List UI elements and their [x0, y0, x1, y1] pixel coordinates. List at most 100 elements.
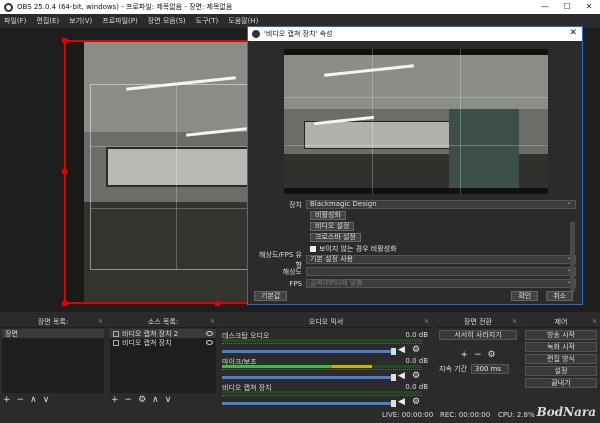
move-down-icon[interactable]: ∨ [165, 395, 172, 405]
deactivate-when-hidden-checkbox[interactable]: 보이지 않는 경우 비활성화 [310, 244, 576, 254]
mixer-title: 오디오 믹서 [308, 318, 344, 326]
dock-close-icon[interactable]: ✕ [512, 316, 517, 328]
volume-slider[interactable] [222, 348, 396, 355]
dialog-preview [284, 49, 548, 194]
volume-meter [222, 365, 422, 368]
fps-label: FPS [289, 279, 302, 288]
duration-input[interactable]: 300 ms [471, 364, 509, 374]
gear-icon[interactable]: ⚙ [488, 350, 496, 360]
sources-dock: 소스 목록: ✕ 비디오 캡쳐 장치 2 비디오 캡쳐 장치 + − ⚙ ∧ ∨ [108, 316, 218, 423]
resize-handle[interactable] [62, 301, 67, 306]
slider-knob[interactable] [391, 400, 396, 407]
gear-icon[interactable]: ⚙ [412, 397, 420, 407]
checkbox-icon[interactable] [310, 246, 316, 252]
start-recording-button[interactable]: 녹화 시작 [525, 342, 597, 352]
remove-icon[interactable]: − [474, 350, 482, 360]
gear-icon[interactable]: ⚙ [412, 345, 420, 355]
resize-handle[interactable] [215, 301, 220, 306]
meter-ticks [222, 395, 422, 398]
menu-edit[interactable]: 편집(E) [36, 16, 59, 26]
add-icon[interactable]: + [3, 395, 11, 405]
menu-view[interactable]: 보기(V) [69, 16, 92, 26]
scenes-title: 장면 목록: [37, 318, 69, 326]
transition-type-select[interactable]: 서서히 사라지기 [439, 330, 517, 340]
fps-select[interactable]: 출력(FPS)에 맞춤 [306, 278, 576, 288]
move-up-icon[interactable]: ∧ [152, 395, 159, 405]
menu-help[interactable]: 도움말(H) [228, 16, 258, 26]
menu-tools[interactable]: 도구(T) [196, 16, 219, 26]
speaker-icon[interactable]: ◀ [398, 345, 405, 355]
status-bar: LIVE: 00:00:00 REC: 00:00:00 CPU: 2.8% [0, 410, 600, 423]
dock-close-icon[interactable]: ✕ [424, 316, 429, 328]
studio-mode-button[interactable]: 편집 방식 [525, 354, 597, 364]
scenes-list: 장면 [2, 329, 104, 393]
remove-icon[interactable]: − [17, 395, 25, 405]
deactivate-button[interactable]: 비활성화 [310, 211, 346, 220]
add-icon[interactable]: + [111, 395, 119, 405]
settings-button[interactable]: 설정 [525, 366, 597, 376]
volume-slider[interactable] [222, 374, 396, 381]
window-titlebar: OBS 25.0.4 (64-bit, windows) - 프로파일: 제목없… [0, 0, 600, 14]
defaults-button[interactable]: 기본값 [254, 291, 288, 301]
dock-close-icon[interactable]: ✕ [210, 316, 215, 328]
move-down-icon[interactable]: ∨ [43, 395, 50, 405]
list-item[interactable]: 장면 [2, 329, 104, 338]
cancel-button[interactable]: 취소 [546, 291, 574, 301]
eye-icon[interactable] [206, 331, 213, 336]
list-item[interactable]: 비디오 캡쳐 장치 [110, 338, 216, 347]
menu-scene-collection[interactable]: 장면 모음(S) [148, 16, 186, 26]
volume-slider[interactable] [222, 400, 396, 407]
dialog-titlebar: '비디오 캡쳐 장치' 속성 ✕ [248, 27, 582, 41]
mixer-channel: 비디오 캡쳐 장치 0.0 dB ◀ ⚙ [220, 382, 432, 408]
dialog-close-button[interactable]: ✕ [569, 28, 577, 38]
device-select[interactable]: Blackmagic Design [306, 199, 576, 209]
speaker-icon[interactable]: ◀ [398, 371, 405, 381]
slider-knob[interactable] [391, 374, 396, 381]
duration-label: 지속 기간 [439, 365, 467, 373]
sources-title: 소스 목록: [147, 318, 179, 326]
sources-list: 비디오 캡쳐 장치 2 비디오 캡쳐 장치 [110, 329, 216, 393]
close-button[interactable]: ✕ [578, 0, 600, 14]
start-streaming-button[interactable]: 방송 시작 [525, 330, 597, 340]
crossbar-settings-button[interactable]: 크로스바 설정 [310, 233, 361, 242]
meter-ticks [222, 369, 422, 372]
remove-icon[interactable]: − [125, 395, 133, 405]
dialog-scrollbar[interactable] [570, 222, 575, 292]
obs-logo-icon [252, 30, 260, 38]
channel-db: 0.0 dB [405, 331, 428, 339]
ok-button[interactable]: 확인 [511, 291, 539, 301]
video-settings-button[interactable]: 비디오 설정 [310, 222, 355, 231]
transitions-dock: 장면 전환 ✕ 서서히 사라지기 + − ⚙ 지속 기간 300 ms [436, 316, 520, 423]
gear-icon[interactable]: ⚙ [138, 395, 146, 405]
obs-logo-icon [4, 2, 13, 12]
device-label: 장치 [289, 200, 302, 209]
channel-db: 0.0 dB [405, 383, 428, 391]
res-type-select[interactable]: 기본 설정 사용 [306, 254, 576, 264]
window-title: OBS 25.0.4 (64-bit, windows) - 프로파일: 제목없… [17, 3, 233, 11]
dock-close-icon[interactable]: ✕ [592, 316, 597, 328]
eye-icon[interactable] [206, 340, 213, 345]
menu-file[interactable]: 파일(F) [4, 16, 26, 26]
add-icon[interactable]: + [460, 350, 468, 360]
mixer-channel: 마이크/보조 0.0 dB ◀ ⚙ [220, 356, 432, 382]
slider-knob[interactable] [391, 348, 396, 355]
rec-timer: REC: 00:00:00 [440, 411, 491, 419]
live-timer: LIVE: 00:00:00 [382, 411, 434, 419]
camera-icon [113, 339, 119, 346]
dialog-title: '비디오 캡쳐 장치' 속성 [264, 30, 333, 38]
maximize-button[interactable]: ☐ [556, 0, 578, 14]
minimize-button[interactable]: — [534, 0, 556, 14]
gear-icon[interactable]: ⚙ [412, 371, 420, 381]
volume-meter [222, 391, 422, 394]
move-up-icon[interactable]: ∧ [30, 395, 37, 405]
dock-close-icon[interactable]: ✕ [98, 316, 103, 328]
resize-handle[interactable] [62, 38, 67, 43]
resize-handle[interactable] [62, 169, 67, 174]
speaker-icon[interactable]: ◀ [398, 397, 405, 407]
resolution-select[interactable] [306, 266, 576, 276]
menu-profile[interactable]: 프로파일(P) [102, 16, 137, 26]
watermark-logo: BodNara [536, 405, 596, 419]
controls-title: 제어 [554, 318, 568, 326]
source-properties-dialog: '비디오 캡쳐 장치' 속성 ✕ 장치 Blackmagic Design 비활… [247, 26, 583, 305]
exit-button[interactable]: 끝내기 [525, 378, 597, 388]
